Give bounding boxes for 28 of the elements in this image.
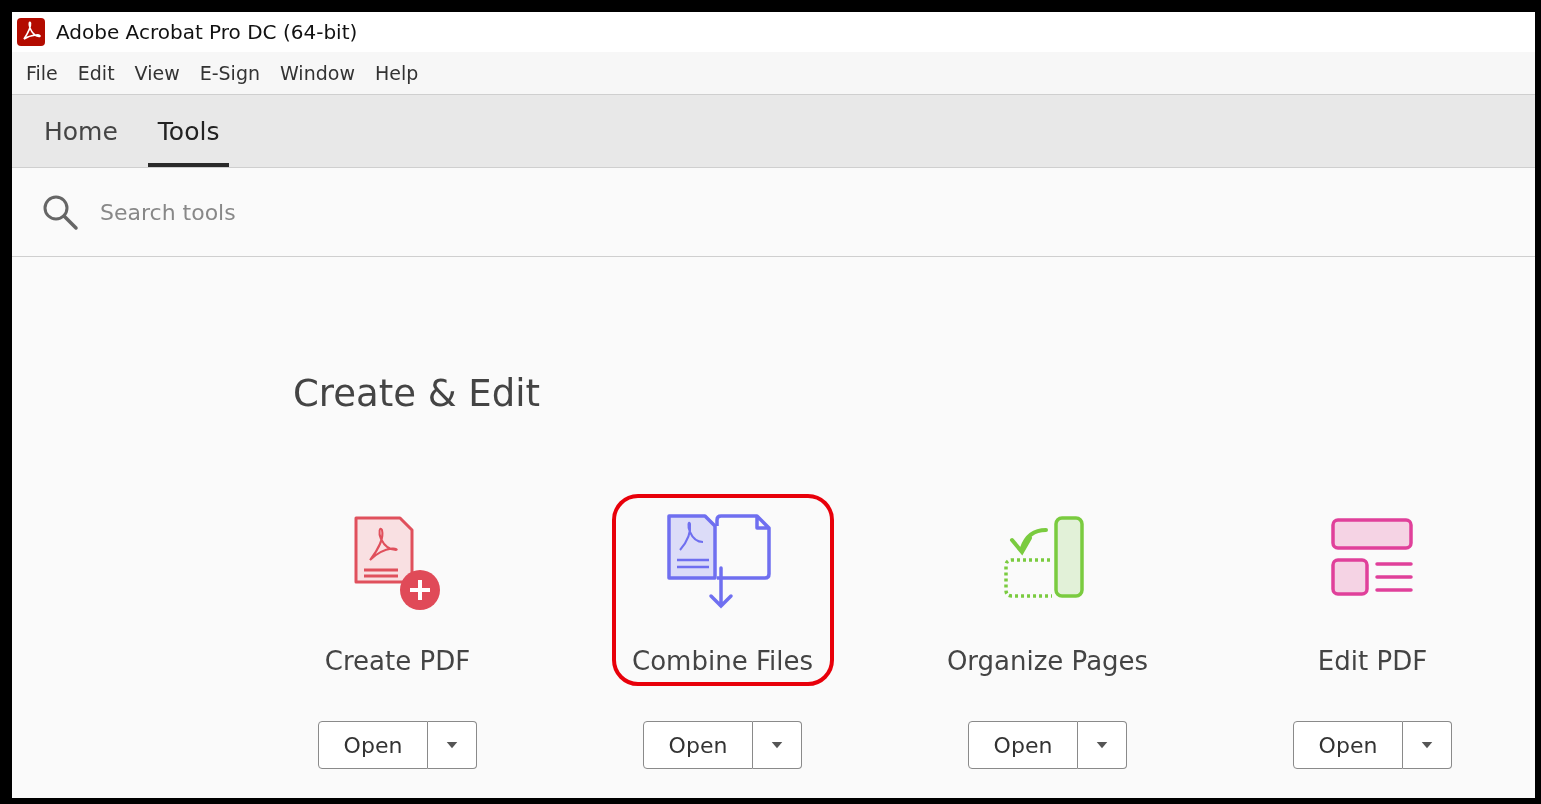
section-heading: Create & Edit (293, 371, 541, 417)
caret-icon (446, 741, 458, 749)
open-button[interactable]: Open (643, 721, 753, 769)
dropdown-button[interactable] (753, 721, 802, 769)
window-title: Adobe Acrobat Pro DC (64-bit) (56, 20, 358, 44)
menu-item[interactable]: Edit (67, 62, 125, 84)
app-logo-icon (16, 17, 46, 47)
open-button[interactable]: Open (968, 721, 1078, 769)
open-button[interactable]: Open (318, 721, 428, 769)
menu-item[interactable]: Window (270, 62, 365, 84)
menu-item[interactable]: File (16, 62, 68, 84)
dropdown-button[interactable] (428, 721, 477, 769)
dropdown-button[interactable] (1403, 721, 1452, 769)
search-field[interactable]: Search tools (98, 198, 502, 226)
tool-label: Create PDF (324, 646, 471, 676)
menu-item[interactable]: E-Sign (189, 62, 270, 84)
menu-item[interactable]: Help (364, 62, 429, 84)
tab[interactable]: Home (34, 95, 128, 167)
tool-label: Organize Pages (946, 646, 1149, 676)
tool-label: Combine Files (632, 646, 813, 676)
caret-icon (1096, 741, 1108, 749)
open-button[interactable]: Open (1293, 721, 1403, 769)
caret-icon (771, 741, 783, 749)
tab[interactable]: Tools (147, 95, 230, 167)
menu-item[interactable]: View (124, 62, 190, 84)
caret-icon (1421, 741, 1433, 749)
tool-label: Edit PDF (1317, 646, 1428, 676)
dropdown-button[interactable] (1078, 721, 1127, 769)
